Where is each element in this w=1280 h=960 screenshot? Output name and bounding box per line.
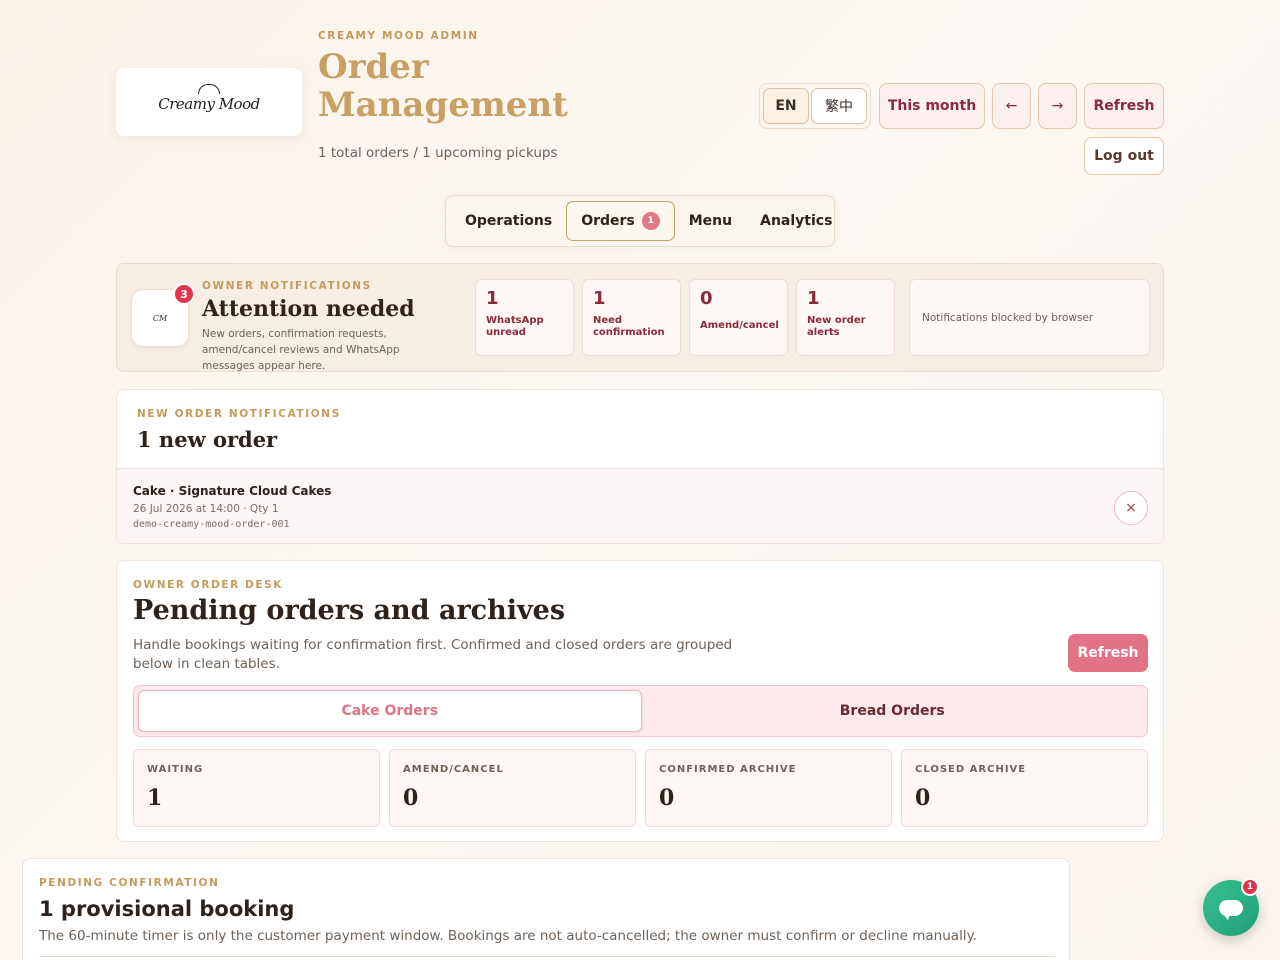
- segment-bread-orders[interactable]: Bread Orders: [642, 690, 1144, 732]
- pending-confirmation-panel: PENDING CONFIRMATION 1 provisional booki…: [22, 858, 1070, 960]
- stat-value: 1: [807, 288, 820, 309]
- stat-new-order-alerts[interactable]: 1 New order alerts: [796, 279, 895, 356]
- pending-eyebrow: PENDING CONFIRMATION: [39, 877, 220, 889]
- brand-logo: Creamy Mood: [157, 74, 261, 130]
- kpi-value: 1: [147, 785, 163, 811]
- next-period-button[interactable]: →: [1038, 83, 1077, 129]
- kpi-label: AMEND/CANCEL: [403, 764, 504, 775]
- order-item-name: Cake · Signature Cloud Cakes: [133, 484, 332, 498]
- pending-description: The 60-minute timer is only the customer…: [39, 928, 977, 944]
- kpi-value: 0: [403, 785, 419, 811]
- new-order-notifications-panel: NEW ORDER NOTIFICATIONS 1 new order Cake…: [116, 389, 1164, 544]
- kpi-value: 0: [915, 785, 931, 811]
- pending-title: 1 provisional booking: [39, 897, 295, 921]
- notification-count-badge: 3: [173, 283, 195, 305]
- bell-logo-icon: CM: [152, 313, 168, 323]
- kpi-amend-cancel: AMEND/CANCEL 0: [389, 749, 636, 827]
- new-orders-eyebrow: NEW ORDER NOTIFICATIONS: [137, 408, 341, 420]
- brand-logo-card: Creamy Mood: [116, 68, 302, 136]
- lang-zh-button[interactable]: 繁中: [811, 88, 867, 124]
- order-desk-refresh-button[interactable]: Refresh: [1068, 634, 1148, 672]
- order-item-id: demo-creamy-mood-order-001: [133, 519, 290, 530]
- language-switcher: EN 繁中: [759, 83, 871, 129]
- browser-notification-status: Notifications blocked by browser: [909, 279, 1150, 356]
- page-title: Order Management: [318, 47, 568, 125]
- tab-label: Orders: [581, 213, 635, 229]
- chat-icon: [1219, 900, 1243, 920]
- stat-label: WhatsApp unread: [486, 315, 544, 338]
- order-desk-description: Handle bookings waiting for confirmation…: [133, 637, 733, 672]
- tab-label: Menu: [688, 213, 733, 229]
- tab-menu[interactable]: Menu: [675, 201, 746, 241]
- kpi-confirmed-archive: CONFIRMED ARCHIVE 0: [645, 749, 892, 827]
- logo-wordmark: Creamy Mood: [158, 95, 260, 113]
- notifications-title: Attention needed: [202, 296, 415, 322]
- stat-value: 1: [593, 288, 606, 309]
- close-icon[interactable]: ×: [1114, 491, 1148, 525]
- logout-button[interactable]: Log out: [1084, 137, 1164, 175]
- stat-whatsapp-unread[interactable]: 1 WhatsApp unread: [475, 279, 574, 356]
- kpi-waiting: WAITING 1: [133, 749, 380, 827]
- tab-analytics[interactable]: Analytics: [746, 201, 846, 241]
- stat-value: 0: [700, 288, 713, 309]
- stat-need-confirmation[interactable]: 1 Need confirmation: [582, 279, 681, 356]
- logo-tagline-mark: [208, 114, 210, 120]
- kpi-label: CLOSED ARCHIVE: [915, 764, 1027, 775]
- segment-cake-orders[interactable]: Cake Orders: [138, 690, 642, 732]
- lang-en-button[interactable]: EN: [763, 88, 809, 124]
- admin-eyebrow: CREAMY MOOD ADMIN: [318, 30, 479, 42]
- kpi-label: WAITING: [147, 764, 204, 775]
- divider: [39, 956, 1055, 957]
- page-subtitle: 1 total orders / 1 upcoming pickups: [318, 145, 558, 161]
- notifications-description: New orders, confirmation requests, amend…: [202, 328, 400, 372]
- tab-label: Operations: [465, 213, 553, 229]
- chat-unread-badge: 1: [1241, 878, 1259, 896]
- header-refresh-button[interactable]: Refresh: [1084, 83, 1164, 129]
- logo-hat-icon: [198, 84, 220, 94]
- this-month-button[interactable]: This month: [879, 83, 985, 129]
- stat-label: Amend/cancel: [700, 320, 779, 331]
- orders-count-badge: 1: [641, 212, 660, 230]
- prev-period-button[interactable]: ←: [992, 83, 1031, 129]
- notifications-eyebrow: OWNER NOTIFICATIONS: [202, 280, 372, 292]
- order-item-meta: 26 Jul 2026 at 14:00 · Qty 1: [133, 503, 279, 515]
- kpi-label: CONFIRMED ARCHIVE: [659, 764, 797, 775]
- main-tabs: Operations Orders 1 Menu Analytics: [445, 195, 835, 247]
- order-type-switcher: Cake Orders Bread Orders: [133, 685, 1148, 737]
- stat-label: Need confirmation: [593, 315, 665, 338]
- stat-label: New order alerts: [807, 315, 866, 338]
- kpi-value: 0: [659, 785, 675, 811]
- stat-amend-cancel[interactable]: 0 Amend/cancel: [689, 279, 788, 356]
- order-desk-panel: OWNER ORDER DESK Pending orders and arch…: [116, 560, 1164, 842]
- tab-orders[interactable]: Orders 1: [566, 201, 675, 241]
- stat-value: 1: [486, 288, 499, 309]
- order-desk-eyebrow: OWNER ORDER DESK: [133, 579, 284, 591]
- order-desk-title: Pending orders and archives: [133, 595, 566, 626]
- tab-operations[interactable]: Operations: [451, 201, 566, 241]
- new-orders-title: 1 new order: [137, 427, 278, 452]
- owner-notifications-panel: CM OWNER NOTIFICATIONS Attention needed …: [116, 263, 1164, 372]
- kpi-closed-archive: CLOSED ARCHIVE 0: [901, 749, 1148, 827]
- tab-label: Analytics: [760, 213, 833, 229]
- list-item[interactable]: Cake · Signature Cloud Cakes 26 Jul 2026…: [117, 468, 1163, 543]
